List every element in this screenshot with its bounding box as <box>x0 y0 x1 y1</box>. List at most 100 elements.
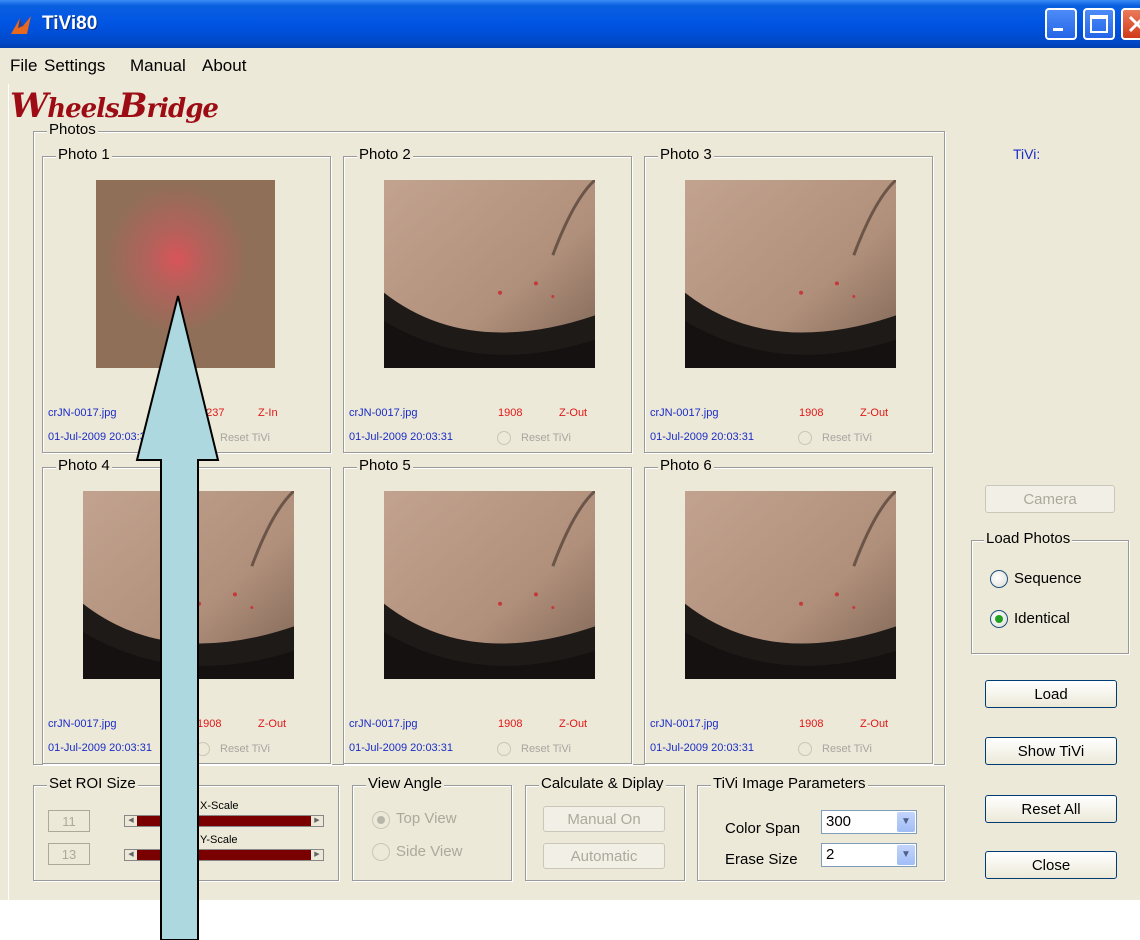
color-span-value: 300 <box>826 813 852 830</box>
photo-filename: crJN-0017.jpg <box>48 407 117 419</box>
y-scale-label: Y-Scale <box>200 834 238 846</box>
skin-photo[interactable] <box>96 180 275 368</box>
reset-tivi-label: Reset TiVi <box>822 432 872 444</box>
photo-title: Photo 6 <box>658 457 714 474</box>
wheelsbridge-logo: WheelsBridge <box>10 86 219 126</box>
photos-group-title: Photos <box>47 121 98 138</box>
calc-group-title: Calculate & Diplay <box>539 775 666 792</box>
reset-tivi-label: Reset TiVi <box>521 743 571 755</box>
menu-bar: File Settings Manual About <box>0 48 1140 82</box>
photo-filename: crJN-0017.jpg <box>349 718 418 730</box>
sequence-radio[interactable] <box>990 570 1008 588</box>
erase-size-value: 2 <box>826 846 835 863</box>
photo-value: 9 237 <box>197 407 225 419</box>
close-button[interactable]: Close <box>985 851 1117 879</box>
load-photos-group <box>971 540 1129 654</box>
zoom-status: Z-Out <box>258 718 287 730</box>
manual-on-button[interactable]: Manual On <box>543 806 665 832</box>
skin-photo[interactable] <box>384 491 595 679</box>
skin-photo[interactable] <box>685 491 896 679</box>
erase-size-select[interactable]: 2 ▼ <box>821 843 917 867</box>
minimize-icon <box>1053 28 1063 31</box>
menu-file[interactable]: File <box>10 56 37 76</box>
minimize-button[interactable] <box>1045 8 1077 40</box>
skin-photo[interactable] <box>685 180 896 368</box>
reset-tivi-radio[interactable] <box>497 431 511 445</box>
y-scale-slider[interactable]: ◀ ▶ <box>124 849 324 861</box>
reset-tivi-radio[interactable] <box>497 742 511 756</box>
view-angle-title: View Angle <box>366 775 444 792</box>
slider-right-arrow-icon[interactable]: ▶ <box>311 850 323 860</box>
window-title: TiVi80 <box>42 13 98 34</box>
photo-filename: crJN-0017.jpg <box>650 718 719 730</box>
x-scale-slider[interactable]: ◀ ▶ <box>124 815 324 827</box>
photo-date: 01-Jul-2009 20:03:31 <box>650 742 754 754</box>
photo-value: 1908 <box>799 718 824 730</box>
zoom-status: Z-Out <box>860 407 889 419</box>
slider-left-arrow-icon[interactable]: ◀ <box>125 850 137 860</box>
slider-right-arrow-icon[interactable]: ▶ <box>311 816 323 826</box>
photo-filename: crJN-0017.jpg <box>650 407 719 419</box>
reset-tivi-label: Reset TiVi <box>521 432 571 444</box>
camera-button[interactable]: Camera <box>985 485 1115 513</box>
chevron-down-icon[interactable]: ▼ <box>897 845 915 865</box>
zoom-status: Z-Out <box>559 407 588 419</box>
x-scale-label: X-Scale <box>200 800 239 812</box>
maximize-icon <box>1090 15 1108 33</box>
side-view-label: Side View <box>396 843 463 860</box>
identical-radio[interactable] <box>990 610 1008 628</box>
color-span-select[interactable]: 300 ▼ <box>821 810 917 834</box>
roi-group <box>33 785 339 881</box>
zoom-status: Z-Out <box>559 718 588 730</box>
skin-photo[interactable] <box>384 180 595 368</box>
automatic-button[interactable]: Automatic <box>543 843 665 869</box>
photo-filename: crJN-0017.jpg <box>349 407 418 419</box>
reset-tivi-label: Reset TiVi <box>822 743 872 755</box>
reset-tivi-radio[interactable] <box>196 431 210 445</box>
skin-photo[interactable] <box>83 491 294 679</box>
sequence-label: Sequence <box>1014 570 1082 587</box>
reset-tivi-label: Reset TiVi <box>220 432 270 444</box>
top-view-radio[interactable] <box>372 811 390 829</box>
photo-filename: crJN-0017.jpg <box>48 718 117 730</box>
photo-date: 01-Jul-2009 20:03:31 <box>48 431 152 443</box>
side-view-radio[interactable] <box>372 843 390 861</box>
y-scale-value[interactable]: 13 <box>48 843 90 865</box>
reset-tivi-radio[interactable] <box>798 742 812 756</box>
reset-tivi-radio[interactable] <box>196 742 210 756</box>
params-group-title: TiVi Image Parameters <box>711 775 868 792</box>
photo-date: 01-Jul-2009 20:03:31 <box>349 431 453 443</box>
photo-value: 1908 <box>498 407 523 419</box>
menu-about[interactable]: About <box>202 56 246 76</box>
view-angle-group <box>352 785 512 881</box>
reset-tivi-label: Reset TiVi <box>220 743 270 755</box>
show-tivi-button[interactable]: Show TiVi <box>985 737 1117 765</box>
photo-date: 01-Jul-2009 20:03:31 <box>650 431 754 443</box>
photo-date: 01-Jul-2009 20:03:31 <box>349 742 453 754</box>
photo-date: 01-Jul-2009 20:03:31 <box>48 742 152 754</box>
photo-value: 1908 <box>498 718 523 730</box>
load-button[interactable]: Load <box>985 680 1117 708</box>
identical-label: Identical <box>1014 610 1070 627</box>
photo-title: Photo 3 <box>658 146 714 163</box>
app-window: TiVi80 File Settings Manual About Wheels… <box>0 0 1140 900</box>
zoom-status: Z-In <box>258 407 278 419</box>
slider-left-arrow-icon[interactable]: ◀ <box>125 816 137 826</box>
load-photos-title: Load Photos <box>984 530 1073 547</box>
zoom-status: Z-Out <box>860 718 889 730</box>
erase-size-label: Erase Size <box>725 851 798 868</box>
reset-tivi-radio[interactable] <box>798 431 812 445</box>
tivi-label: TiVi: <box>1013 146 1041 162</box>
menu-settings[interactable]: Settings <box>44 56 105 76</box>
photo-value: 1908 <box>197 718 222 730</box>
maximize-button[interactable] <box>1083 8 1115 40</box>
roi-group-title: Set ROI Size <box>47 775 138 792</box>
chevron-down-icon[interactable]: ▼ <box>897 812 915 832</box>
menu-manual[interactable]: Manual <box>130 56 186 76</box>
title-bar: TiVi80 <box>0 0 1140 48</box>
photo-title: Photo 1 <box>56 146 112 163</box>
x-scale-value[interactable]: 11 <box>48 810 90 832</box>
reset-all-button[interactable]: Reset All <box>985 795 1117 823</box>
close-icon <box>1128 15 1140 33</box>
close-window-button[interactable] <box>1121 8 1140 40</box>
